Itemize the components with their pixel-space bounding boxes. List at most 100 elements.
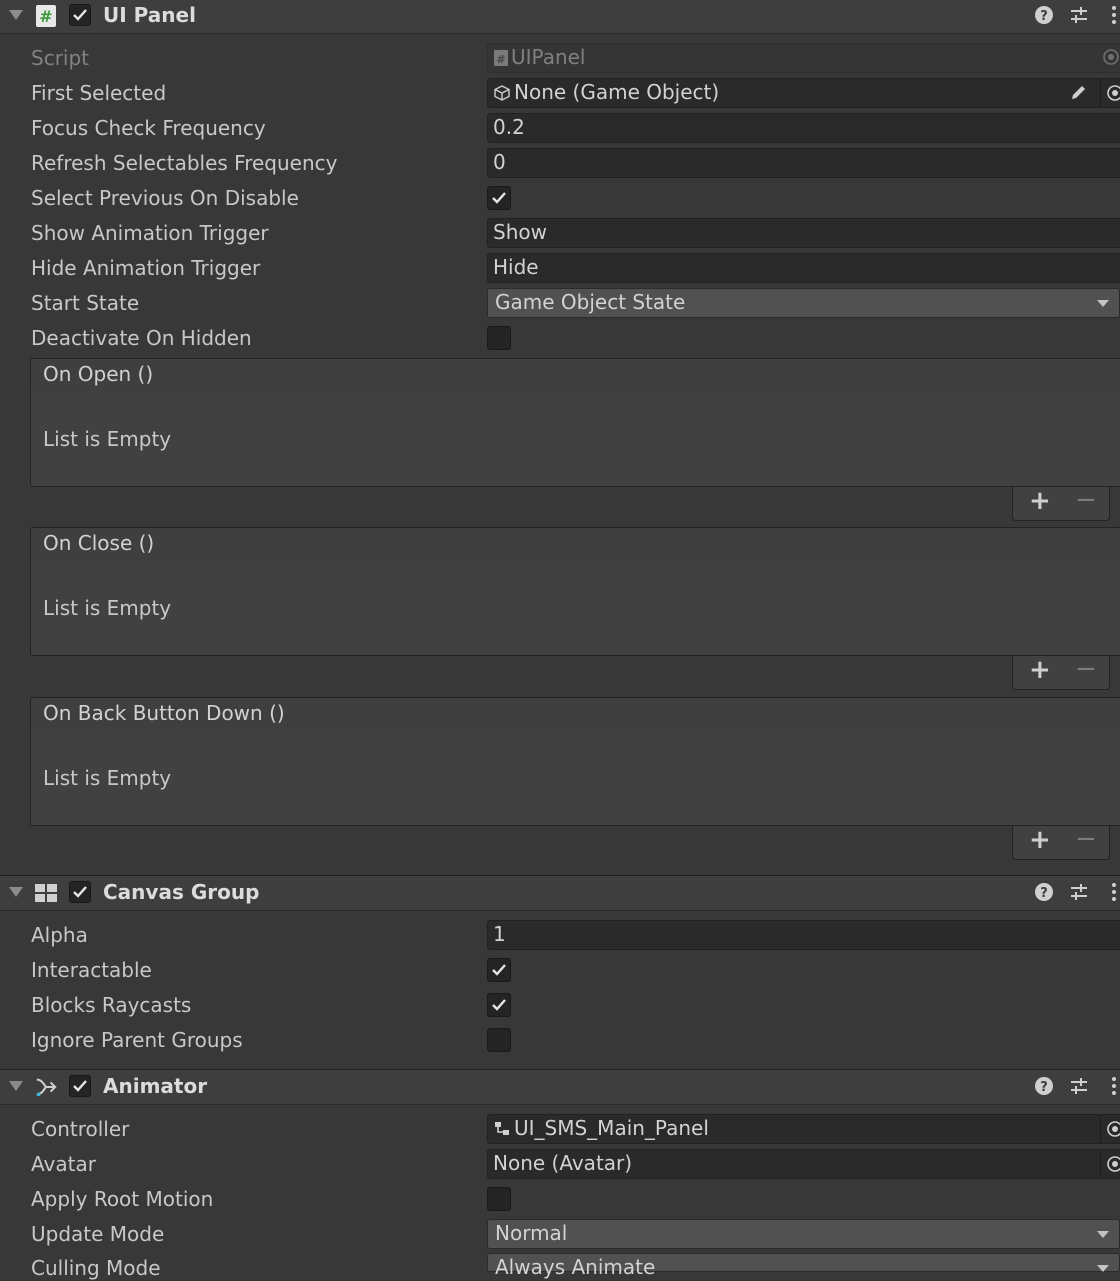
component-title: Canvas Group bbox=[103, 880, 260, 904]
remove-listener-button[interactable]: − bbox=[1075, 485, 1097, 515]
on-back-button-down-event-buttons: + − bbox=[1012, 824, 1110, 860]
script-field: # UIPanel bbox=[487, 43, 1120, 73]
add-listener-button[interactable]: + bbox=[1029, 825, 1051, 855]
avatar-value: None (Avatar) bbox=[493, 1151, 633, 1175]
object-picker-icon bbox=[1107, 1121, 1120, 1137]
event-title: On Open () bbox=[43, 362, 154, 386]
ui-panel-enabled-toggle[interactable] bbox=[69, 4, 91, 26]
deactivate-on-hidden-checkbox[interactable] bbox=[487, 326, 511, 350]
canvas-group-enabled-toggle[interactable] bbox=[69, 881, 91, 903]
start-state-dropdown[interactable]: Game Object State bbox=[487, 288, 1120, 318]
on-open-event-list: List is Empty bbox=[30, 391, 1120, 487]
check-icon bbox=[492, 999, 506, 1011]
apply-root-motion-checkbox[interactable] bbox=[487, 1187, 511, 1211]
start-state-label: Start State bbox=[31, 291, 140, 315]
remove-listener-button[interactable]: − bbox=[1075, 654, 1097, 684]
canvas-group-header[interactable]: Canvas Group ? bbox=[0, 875, 1120, 911]
update-mode-value: Normal bbox=[495, 1221, 568, 1245]
blocks-raycasts-label: Blocks Raycasts bbox=[31, 993, 192, 1017]
ignore-parent-groups-checkbox[interactable] bbox=[487, 1028, 511, 1052]
ignore-parent-groups-label: Ignore Parent Groups bbox=[31, 1028, 243, 1052]
check-icon bbox=[73, 886, 87, 898]
select-previous-on-disable-label: Select Previous On Disable bbox=[31, 186, 299, 210]
empty-list-text: List is Empty bbox=[43, 596, 172, 620]
presets-icon[interactable] bbox=[1068, 881, 1090, 903]
component-title: Animator bbox=[103, 1074, 208, 1098]
update-mode-dropdown[interactable]: Normal bbox=[487, 1219, 1120, 1249]
controller-label: Controller bbox=[31, 1117, 130, 1141]
on-close-event-buttons: + − bbox=[1012, 654, 1110, 690]
check-icon bbox=[73, 1080, 87, 1092]
on-open-event-header: On Open () bbox=[30, 358, 1120, 392]
animator-enabled-toggle[interactable] bbox=[69, 1075, 91, 1097]
script-value: UIPanel bbox=[511, 45, 586, 69]
csharp-script-icon: # bbox=[494, 50, 508, 66]
check-icon bbox=[73, 9, 87, 21]
chevron-down-icon bbox=[1097, 300, 1109, 307]
object-picker-button[interactable] bbox=[1100, 79, 1120, 107]
foldout-arrow-icon[interactable] bbox=[9, 1081, 23, 1091]
controller-value: UI_SMS_Main_Panel bbox=[514, 1116, 709, 1140]
pencil-icon[interactable] bbox=[1068, 83, 1088, 103]
culling-mode-value: Always Animate bbox=[495, 1255, 656, 1279]
svg-text:?: ? bbox=[1040, 886, 1048, 901]
remove-listener-button[interactable]: − bbox=[1075, 824, 1097, 854]
svg-text:#: # bbox=[39, 7, 52, 26]
component-title: UI Panel bbox=[103, 3, 196, 27]
avatar-field[interactable]: None (Avatar) bbox=[487, 1149, 1120, 1179]
blocks-raycasts-checkbox[interactable] bbox=[487, 993, 511, 1017]
animator-header[interactable]: Animator ? bbox=[0, 1069, 1120, 1105]
csharp-script-icon: # bbox=[36, 5, 56, 27]
foldout-arrow-icon[interactable] bbox=[9, 887, 23, 897]
empty-list-text: List is Empty bbox=[43, 766, 172, 790]
svg-text:?: ? bbox=[1040, 9, 1048, 24]
ui-panel-header[interactable]: # UI Panel ? bbox=[0, 0, 1120, 34]
controller-field[interactable]: UI_SMS_Main_Panel bbox=[487, 1114, 1120, 1144]
show-animation-trigger-label: Show Animation Trigger bbox=[31, 221, 269, 245]
on-open-event-buttons: + − bbox=[1012, 485, 1110, 521]
chevron-down-icon bbox=[1097, 1265, 1109, 1272]
focus-check-frequency-label: Focus Check Frequency bbox=[31, 116, 266, 140]
help-icon[interactable]: ? bbox=[1033, 881, 1055, 903]
animator-controller-icon bbox=[495, 1122, 509, 1135]
show-animation-trigger-input[interactable]: Show bbox=[487, 218, 1120, 248]
help-icon[interactable]: ? bbox=[1033, 4, 1055, 26]
cube-icon bbox=[494, 85, 510, 101]
culling-mode-dropdown[interactable]: Always Animate bbox=[487, 1253, 1120, 1279]
avatar-label: Avatar bbox=[31, 1152, 96, 1176]
interactable-checkbox[interactable] bbox=[487, 958, 511, 982]
hide-animation-trigger-label: Hide Animation Trigger bbox=[31, 256, 261, 280]
alpha-label: Alpha bbox=[31, 923, 88, 947]
object-picker-button[interactable] bbox=[1100, 1150, 1120, 1178]
select-previous-on-disable-checkbox[interactable] bbox=[487, 186, 511, 210]
kebab-menu-icon[interactable] bbox=[1106, 881, 1120, 903]
presets-icon[interactable] bbox=[1068, 1075, 1090, 1097]
on-back-button-down-event-header: On Back Button Down () bbox=[30, 697, 1120, 731]
start-state-value: Game Object State bbox=[495, 290, 686, 314]
check-icon bbox=[492, 192, 506, 204]
help-icon[interactable]: ? bbox=[1033, 1075, 1055, 1097]
object-picker-icon bbox=[1107, 1156, 1120, 1172]
first-selected-field[interactable]: None (Game Object) bbox=[487, 78, 1120, 108]
foldout-arrow-icon[interactable] bbox=[9, 10, 23, 20]
event-title: On Close () bbox=[43, 531, 155, 555]
kebab-menu-icon[interactable] bbox=[1106, 4, 1120, 26]
svg-text:?: ? bbox=[1040, 1080, 1048, 1095]
refresh-selectables-frequency-label: Refresh Selectables Frequency bbox=[31, 151, 338, 175]
focus-check-frequency-input[interactable]: 0.2 bbox=[487, 113, 1120, 143]
kebab-menu-icon[interactable] bbox=[1106, 1075, 1120, 1097]
script-label: Script bbox=[31, 46, 90, 70]
add-listener-button[interactable]: + bbox=[1029, 486, 1051, 516]
object-picker-button[interactable] bbox=[1100, 1115, 1120, 1143]
presets-icon[interactable] bbox=[1068, 4, 1090, 26]
svg-text:#: # bbox=[496, 53, 505, 66]
check-icon bbox=[492, 964, 506, 976]
alpha-input[interactable]: 1 bbox=[487, 920, 1120, 950]
first-selected-label: First Selected bbox=[31, 81, 167, 105]
on-close-event-list: List is Empty bbox=[30, 560, 1120, 656]
add-listener-button[interactable]: + bbox=[1029, 655, 1051, 685]
hide-animation-trigger-input[interactable]: Hide bbox=[487, 253, 1120, 283]
refresh-selectables-frequency-input[interactable]: 0 bbox=[487, 148, 1120, 178]
object-picker-icon bbox=[1107, 85, 1120, 101]
canvas-group-icon bbox=[35, 884, 57, 902]
